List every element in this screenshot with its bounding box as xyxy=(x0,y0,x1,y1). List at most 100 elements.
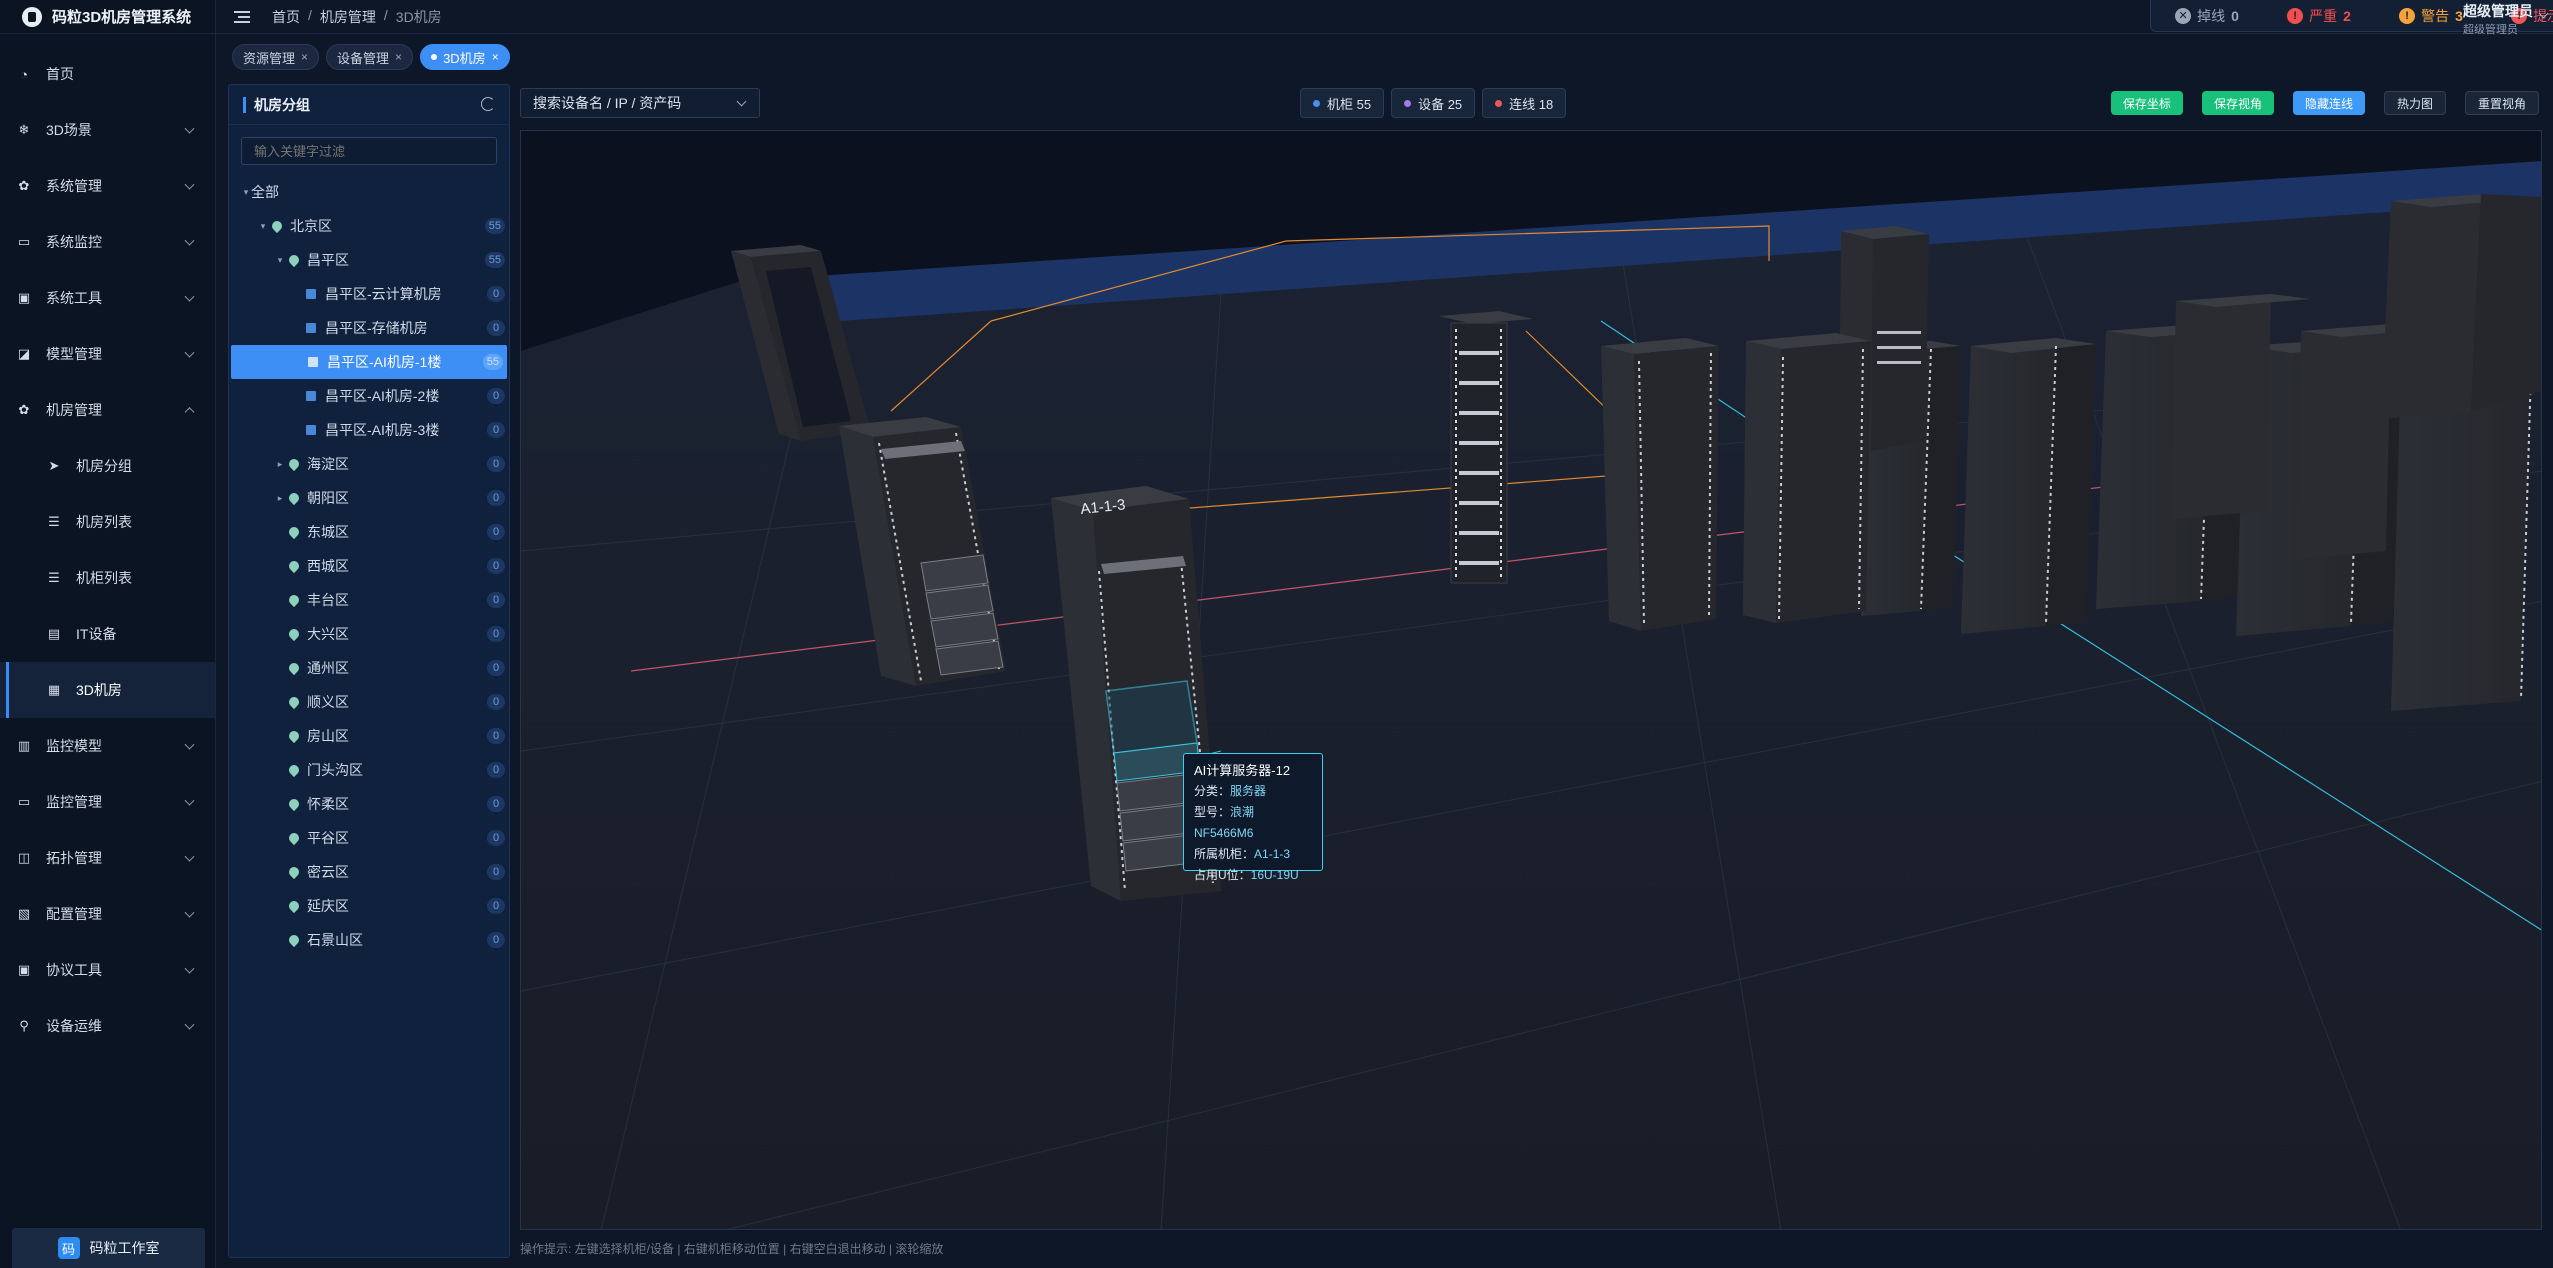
menu-item-8[interactable]: ▭ 监控管理 xyxy=(0,774,215,830)
tree-node-label: 昌平区-AI机房-3楼 xyxy=(325,422,440,438)
tree-node-label: 延庆区 xyxy=(307,898,349,914)
alarm-critical[interactable]: ! 严重 2 xyxy=(2287,6,2351,26)
tree-filter-input[interactable] xyxy=(241,137,497,165)
count-badge: 0 xyxy=(487,592,505,608)
tree-node[interactable]: ▾ 昌平区 55 xyxy=(229,243,509,277)
caret-down-icon[interactable]: ▾ xyxy=(258,221,268,232)
alarm-count: 0 xyxy=(2231,7,2239,24)
breadcrumb-item[interactable]: 机房管理 xyxy=(320,7,376,27)
3d-viewport[interactable]: A1-1-3 AI计算服务器-12 分类：服务器 型号：浪潮NF5466M6 所… xyxy=(520,130,2542,1230)
caret-right-icon[interactable]: ▸ xyxy=(275,493,285,504)
menu-item-6[interactable]: ✿ 机房管理 xyxy=(0,382,215,438)
location-pin-icon xyxy=(286,694,302,710)
menu-item-10[interactable]: ▧ 配置管理 xyxy=(0,886,215,942)
tree-node[interactable]: 大兴区 0 xyxy=(229,617,509,651)
stat-label: 机柜 55 xyxy=(1327,96,1372,112)
action-button-2[interactable]: 隐藏连线 xyxy=(2292,91,2365,115)
tooltip-rows: 分类：服务器 型号：浪潮NF5466M6 所属机柜：A1-1-3 占用U位：16U-1… xyxy=(1194,781,1312,886)
3d-scene[interactable]: A1-1-3 xyxy=(521,131,2542,1230)
menu-item-12[interactable]: ⚲ 设备运维 xyxy=(0,998,215,1054)
tree-node[interactable]: 丰台区 0 xyxy=(229,583,509,617)
menu-label: 监控模型 xyxy=(46,738,102,754)
tree-node[interactable]: 顺义区 0 xyxy=(229,685,509,719)
alarm-label: 掉线 xyxy=(2197,7,2226,24)
tree-node[interactable]: 通州区 0 xyxy=(229,651,509,685)
count-badge: 55 xyxy=(484,218,505,234)
alarm-warning[interactable]: ! 警告 3 xyxy=(2399,6,2463,26)
tree-node[interactable]: 昌平区-AI机房-1楼 55 xyxy=(231,345,507,379)
cabinet-rear-2[interactable] xyxy=(1961,338,2096,634)
tree-node-label: 昌平区-AI机房-1楼 xyxy=(327,354,442,370)
action-button-0[interactable]: 保存坐标 xyxy=(2110,91,2183,115)
menu-label: 系统工具 xyxy=(46,290,102,306)
submenu-item-1[interactable]: ☰ 机房列表 xyxy=(0,494,215,550)
tab-1[interactable]: 设备管理 × xyxy=(326,44,414,70)
tab-0[interactable]: 资源管理 × xyxy=(232,44,320,70)
menu-item-0[interactable]: ◔ 首页 xyxy=(0,46,215,102)
action-button-1[interactable]: 保存视角 xyxy=(2201,91,2274,115)
tree-node[interactable]: 延庆区 0 xyxy=(229,889,509,923)
breadcrumb-item: 3D机房 xyxy=(395,8,442,25)
alarm-count: 2 xyxy=(2343,7,2351,24)
studio-footer[interactable]: 码 码粒工作室 xyxy=(12,1228,205,1268)
app-logo[interactable]: 码粒3D机房管理系统 xyxy=(0,0,215,34)
room-icon xyxy=(306,289,316,299)
menu-item-4[interactable]: ▣ 系统工具 xyxy=(0,270,215,326)
user-menu[interactable]: 超级管理员 超级管理员 xyxy=(2463,0,2549,37)
tree-node[interactable]: 密云区 0 xyxy=(229,855,509,889)
device-search-select[interactable]: 搜索设备名 / IP / 资产码 xyxy=(520,88,760,118)
tree-node[interactable]: ▾ 北京区 55 xyxy=(229,209,509,243)
cabinet-middle-1[interactable] xyxy=(1601,338,1719,631)
caret-down-icon[interactable]: ▾ xyxy=(275,255,285,266)
caret-right-icon[interactable]: ▸ xyxy=(275,459,285,470)
menu-item-3[interactable]: ▭ 系统监控 xyxy=(0,214,215,270)
submenu-item-4[interactable]: ▦ 3D机房 xyxy=(0,662,215,718)
tree-node[interactable]: 平谷区 0 xyxy=(229,821,509,855)
tree-node[interactable]: 昌平区-存储机房 0 xyxy=(229,311,509,345)
stat-label: 设备 25 xyxy=(1418,96,1463,112)
breadcrumb-item[interactable]: 首页 xyxy=(272,7,300,27)
status-dot-icon xyxy=(1313,99,1320,107)
menu-item-9[interactable]: ◫ 拓扑管理 xyxy=(0,830,215,886)
menu-label: 3D机房 xyxy=(76,682,122,698)
top-bar: 首页/机房管理/3D机房 ✕掉线0!严重2!警告3!提示2 超级管理员 超级管理… xyxy=(216,0,2553,37)
menu-toggle-icon[interactable] xyxy=(234,10,250,23)
tree-node[interactable]: 房山区 0 xyxy=(229,719,509,753)
tab-2[interactable]: 3D机房 × xyxy=(420,44,510,70)
cabinet-rear-8[interactable] xyxy=(2381,194,2542,419)
alarm-offline[interactable]: ✕ 掉线 0 xyxy=(2175,6,2239,26)
tree-node[interactable]: 石景山区 0 xyxy=(229,923,509,957)
caret-down-icon[interactable]: ▾ xyxy=(241,187,251,198)
tree-node[interactable]: 门头沟区 0 xyxy=(229,753,509,787)
refresh-icon[interactable] xyxy=(481,97,495,111)
close-icon[interactable]: × xyxy=(395,50,402,64)
tree-node[interactable]: 昌平区-云计算机房 0 xyxy=(229,277,509,311)
cabinet-middle-2[interactable] xyxy=(1743,333,1871,623)
count-badge: 0 xyxy=(487,796,505,812)
topology-icon: ◫ xyxy=(17,850,31,865)
submenu-item-0[interactable]: ➤ 机房分组 xyxy=(0,438,215,494)
tree-node[interactable]: 东城区 0 xyxy=(229,515,509,549)
tree-node[interactable]: ▾ 全部 xyxy=(229,175,509,209)
location-pin-icon xyxy=(286,252,302,268)
action-button-3[interactable]: 热力图 xyxy=(2383,91,2446,115)
tree-node[interactable]: 昌平区-AI机房-3楼 0 xyxy=(229,413,509,447)
tree-node[interactable]: ▸ 朝阳区 0 xyxy=(229,481,509,515)
menu-item-5[interactable]: ◪ 模型管理 xyxy=(0,326,215,382)
action-button-4[interactable]: 重置视角 xyxy=(2464,91,2539,115)
tree-node[interactable]: 西城区 0 xyxy=(229,549,509,583)
menu-item-2[interactable]: ✿ 系统管理 xyxy=(0,158,215,214)
tree-node-label: 昌平区-AI机房-2楼 xyxy=(325,388,440,404)
submenu-item-3[interactable]: ▤ IT设备 xyxy=(0,606,215,662)
menu-item-11[interactable]: ▣ 协议工具 xyxy=(0,942,215,998)
submenu-item-2[interactable]: ☰ 机柜列表 xyxy=(0,550,215,606)
sidebar-menu: ◔ 首页 ❄ 3D场景 ✿ 系统管理 ▭ 系统监控 ▣ 系统工具 ◪ 模型管理 ✿ 机房管理 ➤ 机房分组 ☰ 机… xyxy=(0,34,215,1054)
close-icon[interactable]: × xyxy=(301,50,308,64)
close-icon[interactable]: × xyxy=(492,50,499,64)
menu-item-1[interactable]: ❄ 3D场景 xyxy=(0,102,215,158)
tree-node[interactable]: ▸ 海淀区 0 xyxy=(229,447,509,481)
tree-node-label: 通州区 xyxy=(307,660,349,676)
menu-item-7[interactable]: ▥ 监控模型 xyxy=(0,718,215,774)
tree-node[interactable]: 昌平区-AI机房-2楼 0 xyxy=(229,379,509,413)
tree-node[interactable]: 怀柔区 0 xyxy=(229,787,509,821)
